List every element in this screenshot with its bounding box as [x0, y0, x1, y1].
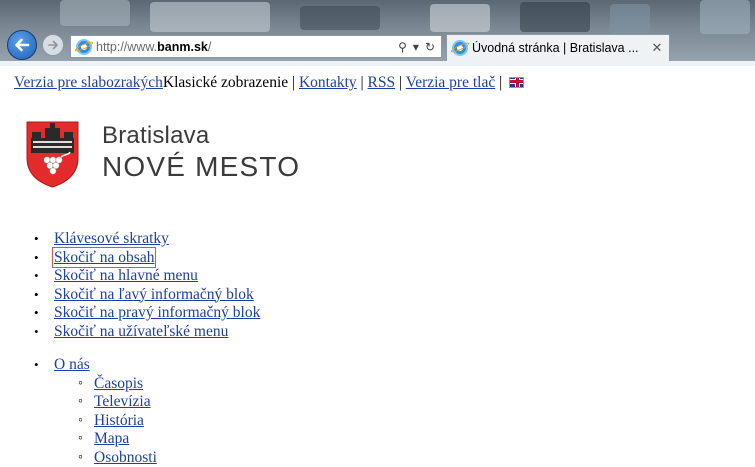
- topnav-rss[interactable]: RSS: [368, 74, 396, 91]
- page-content: Verzia pre slabozrakýchKlasické zobrazen…: [0, 66, 755, 461]
- list-item: Klávesové skratky: [22, 230, 260, 249]
- logo-district: NOVÉ MESTO: [102, 150, 300, 184]
- separator: |: [499, 74, 502, 91]
- uk-flag-icon[interactable]: [509, 77, 524, 88]
- background-blur: [150, 2, 270, 32]
- list-item: Skočiť na ľavý informačný blok: [22, 286, 260, 305]
- skip-link-main-menu[interactable]: Skočiť na hlavné menu: [54, 267, 198, 284]
- search-icon[interactable]: ⚲: [398, 40, 407, 54]
- browser-chrome: http://www.banm.sk/ ⚲ ▾ ↻ Úvodná stránka…: [0, 0, 755, 66]
- topnav-classic-view: Klasické zobrazenie: [163, 74, 288, 91]
- topnav-low-vision[interactable]: Verzia pre slabozrakých: [14, 74, 163, 91]
- skip-links-list: Klávesové skratky Skočiť na obsah Skočiť…: [22, 230, 260, 341]
- site-logo[interactable]: Bratislava NOVÉ MESTO: [25, 120, 300, 188]
- separator: |: [292, 74, 295, 91]
- coat-of-arms-icon: [25, 120, 80, 188]
- menu-item-about: O nás Časopis Televízia História Mapa Os…: [22, 356, 157, 467]
- background-blur: [430, 4, 490, 32]
- logo-city: Bratislava: [102, 122, 300, 150]
- list-item: Skočiť na obsah: [22, 249, 260, 268]
- skip-link-left-block[interactable]: Skočiť na ľavý informačný blok: [54, 286, 254, 303]
- skip-link-content[interactable]: Skočiť na obsah: [54, 249, 154, 266]
- list-item: Skočiť na užívateľské menu: [22, 323, 260, 342]
- separator: |: [399, 74, 402, 91]
- submenu: Časopis Televízia História Mapa Osobnost…: [54, 375, 157, 467]
- submenu-item: Mapa: [54, 430, 157, 449]
- submenu-link-magazine[interactable]: Časopis: [94, 375, 143, 392]
- submenu-item: Televízia: [54, 393, 157, 412]
- background-blur: [60, 0, 130, 26]
- url-host: banm.sk: [157, 40, 208, 54]
- submenu-link-television[interactable]: Televízia: [94, 393, 151, 410]
- logo-text: Bratislava NOVÉ MESTO: [102, 122, 300, 184]
- url-suffix: /: [208, 40, 211, 54]
- top-navigation: Verzia pre slabozrakýchKlasické zobrazen…: [14, 74, 524, 92]
- list-item: Skočiť na pravý informačný blok: [22, 304, 260, 323]
- topnav-print[interactable]: Verzia pre tlač: [406, 74, 496, 91]
- back-button[interactable]: [7, 30, 37, 60]
- skip-link-user-menu[interactable]: Skočiť na užívateľské menu: [54, 323, 228, 340]
- menu-link-about[interactable]: O nás: [54, 356, 90, 373]
- main-menu: O nás Časopis Televízia História Mapa Os…: [22, 356, 157, 467]
- forward-arrow-icon: [47, 39, 59, 51]
- url-prefix: http://www.: [96, 40, 157, 54]
- dropdown-icon[interactable]: ▾: [413, 40, 419, 54]
- address-tools: ⚲ ▾ ↻: [398, 40, 441, 54]
- separator: |: [361, 74, 364, 91]
- ie-page-icon: [452, 40, 468, 56]
- submenu-item: Časopis: [54, 375, 157, 394]
- refresh-icon[interactable]: ↻: [425, 40, 435, 54]
- submenu-link-map[interactable]: Mapa: [94, 430, 129, 447]
- submenu-item: Osobnosti: [54, 449, 157, 467]
- skip-link-shortcuts[interactable]: Klávesové skratky: [54, 230, 169, 247]
- back-arrow-icon: [13, 36, 31, 54]
- submenu-link-personalities[interactable]: Osobnosti: [94, 449, 157, 466]
- background-blur: [520, 2, 590, 32]
- background-blur: [300, 6, 380, 30]
- browser-tab[interactable]: Úvodná stránka | Bratislava ... ✕: [446, 34, 670, 61]
- address-bar[interactable]: http://www.banm.sk/ ⚲ ▾ ↻: [70, 35, 442, 58]
- forward-button[interactable]: [42, 34, 64, 56]
- list-item: Skočiť na hlavné menu: [22, 267, 260, 286]
- topnav-contacts[interactable]: Kontakty: [299, 74, 357, 91]
- close-icon[interactable]: ✕: [649, 40, 665, 56]
- submenu-item: História: [54, 412, 157, 431]
- tab-title: Úvodná stránka | Bratislava ...: [472, 41, 649, 55]
- background-blur: [700, 0, 750, 34]
- background-blur: [610, 4, 650, 34]
- skip-link-right-block[interactable]: Skočiť na pravý informačný blok: [54, 304, 260, 321]
- ie-page-icon: [76, 39, 92, 55]
- submenu-link-history[interactable]: História: [94, 412, 144, 429]
